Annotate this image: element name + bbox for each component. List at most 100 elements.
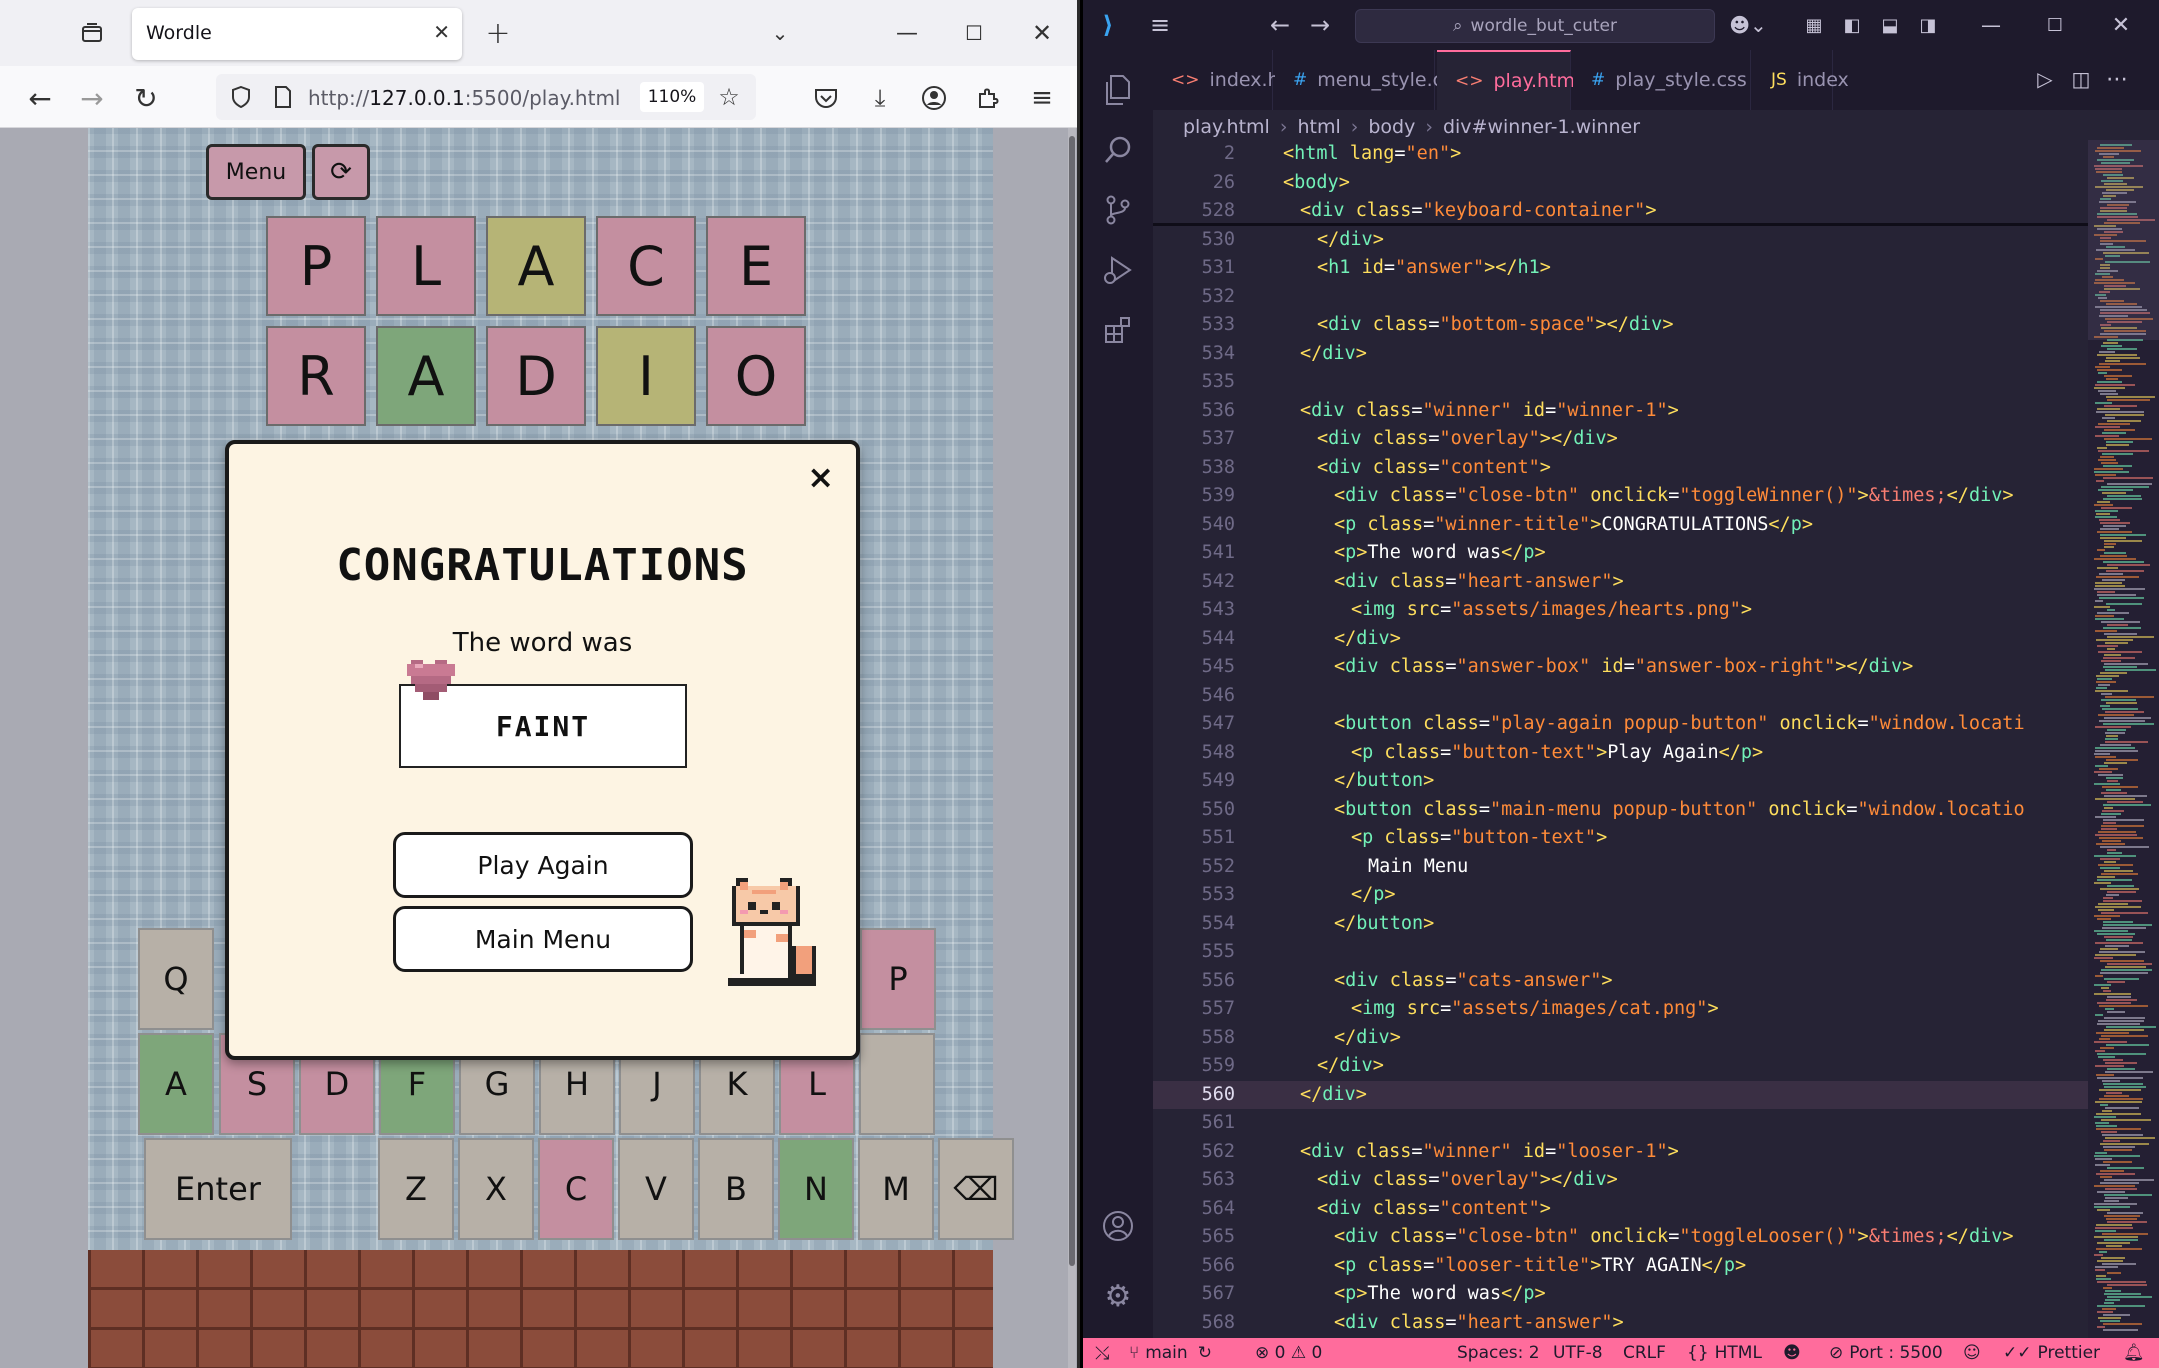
code-line[interactable]: 547 <button class="play-again popup-butto… — [1153, 710, 2088, 739]
account-icon[interactable] — [1083, 1196, 1153, 1256]
code-editor[interactable]: 2 <html lang="en"> 26 <body> 528 <div class="… — [1153, 140, 2088, 1338]
code-line[interactable]: 532 — [1153, 283, 2088, 312]
settings-gear-icon[interactable]: ⚙ — [1083, 1266, 1153, 1326]
notifications-bell-icon[interactable]: 🔔︎ — [2123, 1338, 2145, 1368]
main-menu-button[interactable]: Main Menu — [393, 906, 693, 972]
code-line[interactable]: 544 </div> — [1153, 625, 2088, 654]
toggle-panel-icon[interactable]: ⬓ — [1873, 10, 1907, 40]
code-line[interactable]: 542 <div class="heart-answer"> — [1153, 568, 2088, 597]
live-server-port[interactable]: ⊘ Port : 5500 — [1829, 1338, 1943, 1368]
problems-indicator[interactable]: ⊗ 0 ⚠ 0 — [1255, 1338, 1322, 1368]
extensions-icon[interactable] — [970, 80, 1006, 116]
editor-tab[interactable]: # menu_style.css — [1275, 50, 1463, 110]
customize-layout-icon[interactable]: ▦ — [1797, 10, 1831, 40]
run-icon[interactable]: ▷ — [2031, 64, 2059, 94]
code-line[interactable]: 557 <img src="assets/images/cat.png"> — [1153, 995, 2088, 1024]
code-line[interactable]: 567 <p>The word was</p> — [1153, 1280, 2088, 1309]
new-tab-button[interactable]: + — [478, 14, 518, 52]
url-bar[interactable]: http://127.0.0.1:5500/play.html 110% ☆ — [216, 74, 756, 120]
url-text[interactable]: http://127.0.0.1:5500/play.html — [308, 86, 620, 110]
code-line[interactable]: 566 <p class="looser-title">TRY AGAIN</p> — [1153, 1252, 2088, 1281]
key-blank[interactable] — [859, 1033, 935, 1135]
code-line[interactable]: 554 </button> — [1153, 910, 2088, 939]
zoom-badge[interactable]: 110% — [640, 82, 704, 112]
breadcrumb-item[interactable]: play.html — [1183, 116, 1270, 138]
minimap[interactable] — [2088, 140, 2159, 1338]
code-line[interactable]: 541 <p>The word was</p> — [1153, 539, 2088, 568]
key-c[interactable]: C — [538, 1138, 614, 1240]
tab-wordle[interactable]: Wordle ✕ — [132, 8, 462, 60]
reload-icon[interactable]: ↻ — [126, 78, 166, 118]
shield-icon[interactable] — [226, 82, 256, 112]
code-line[interactable]: 545 <div class="answer-box" id="answer-bo… — [1153, 653, 2088, 682]
feedback-icon[interactable]: ☺ — [1963, 1338, 1981, 1368]
indentation-indicator[interactable]: Spaces: 2 — [1457, 1338, 1540, 1368]
code-line[interactable]: 533 <div class="bottom-space"></div> — [1153, 311, 2088, 340]
backspace-key[interactable]: ⌫ — [938, 1138, 1014, 1240]
code-line[interactable]: 558 </div> — [1153, 1024, 2088, 1053]
remote-icon[interactable]: ⤯ — [1095, 1338, 1109, 1368]
close-icon[interactable]: ✕ — [2101, 10, 2141, 40]
code-line[interactable]: 540 <p class="winner-title">CONGRATULATIO… — [1153, 511, 2088, 540]
toggle-secondary-sidebar-icon[interactable]: ◨ — [1911, 10, 1945, 40]
menu-button[interactable]: Menu — [206, 144, 306, 200]
key-m[interactable]: M — [858, 1138, 934, 1240]
eol-indicator[interactable]: CRLF — [1623, 1338, 1666, 1368]
minimize-icon[interactable]: — — [885, 14, 929, 52]
bookmark-star-icon[interactable]: ☆ — [714, 82, 744, 112]
key-v[interactable]: V — [618, 1138, 694, 1240]
tab-list-icon[interactable] — [72, 14, 112, 52]
code-line[interactable]: 565 <div class="close-btn" onclick="toggl… — [1153, 1223, 2088, 1252]
download-icon[interactable]: ⤓ — [862, 80, 898, 116]
code-line[interactable]: 564 <div class="content"> — [1153, 1195, 2088, 1224]
account-icon[interactable] — [916, 80, 952, 116]
run-debug-icon[interactable] — [1083, 240, 1153, 300]
code-line[interactable]: 559 </div> — [1153, 1052, 2088, 1081]
restart-icon[interactable]: ⟳ — [312, 144, 370, 200]
forward-arrow-icon[interactable]: → — [1303, 10, 1337, 40]
branch-indicator[interactable]: ⑂ main ↻ — [1129, 1338, 1212, 1368]
code-line[interactable]: 551 <p class="button-text"> — [1153, 824, 2088, 853]
copilot-icon[interactable]: ☻⌄ — [1723, 10, 1773, 40]
key-x[interactable]: X — [458, 1138, 534, 1240]
code-line[interactable]: 552 Main Menu — [1153, 853, 2088, 882]
code-line[interactable]: 562 <div class="winner" id="looser-1"> — [1153, 1138, 2088, 1167]
code-line[interactable]: 537 <div class="overlay"></div> — [1153, 425, 2088, 454]
code-line[interactable]: 549 </button> — [1153, 767, 2088, 796]
code-line[interactable]: 534 </div> — [1153, 340, 2088, 369]
minimap-slider[interactable] — [2088, 140, 2159, 340]
copilot-status-icon[interactable]: ☻ — [1783, 1338, 1801, 1368]
page-icon[interactable] — [268, 82, 298, 112]
extensions-icon[interactable] — [1083, 300, 1153, 360]
code-line[interactable]: 560 </div> — [1153, 1080, 2088, 1109]
encoding-indicator[interactable]: UTF-8 — [1553, 1338, 1603, 1368]
code-line[interactable]: 555 — [1153, 938, 2088, 967]
toggle-sidebar-icon[interactable]: ◧ — [1835, 10, 1869, 40]
code-line[interactable]: 535 — [1153, 368, 2088, 397]
code-line[interactable]: 543 <img src="assets/images/hearts.png"> — [1153, 596, 2088, 625]
tab-close-icon[interactable]: ✕ — [433, 20, 450, 44]
explorer-icon[interactable] — [1083, 60, 1153, 120]
code-line[interactable]: 538 <div class="content"> — [1153, 454, 2088, 483]
back-arrow-icon[interactable]: ← — [1263, 10, 1297, 40]
breadcrumb-item[interactable]: body — [1368, 116, 1415, 138]
prettier-indicator[interactable]: ✓✓ Prettier — [2003, 1338, 2100, 1368]
code-line[interactable]: 556 <div class="cats-answer"> — [1153, 967, 2088, 996]
hamburger-menu-icon[interactable]: ≡ — [1024, 80, 1060, 116]
breadcrumb-item[interactable]: div#winner-1.winner — [1443, 116, 1640, 138]
close-icon[interactable]: ✕ — [1020, 14, 1064, 52]
pocket-icon[interactable] — [808, 80, 844, 116]
code-line[interactable]: 536 <div class="winner" id="winner-1"> — [1153, 397, 2088, 426]
key-z[interactable]: Z — [378, 1138, 454, 1240]
hamburger-menu-icon[interactable]: ≡ — [1143, 10, 1177, 40]
back-arrow-icon[interactable]: ← — [20, 78, 60, 118]
search-icon[interactable] — [1083, 120, 1153, 180]
code-line[interactable]: 550 <button class="main-menu popup-button… — [1153, 796, 2088, 825]
key-enter[interactable]: Enter — [144, 1138, 292, 1240]
editor-tab[interactable]: JS index — [1753, 50, 1849, 110]
key-a[interactable]: A — [138, 1033, 214, 1135]
close-icon[interactable]: × — [807, 458, 834, 496]
forward-arrow-icon[interactable]: → — [72, 78, 112, 118]
code-line[interactable]: 561 — [1153, 1109, 2088, 1138]
key-b[interactable]: B — [698, 1138, 774, 1240]
